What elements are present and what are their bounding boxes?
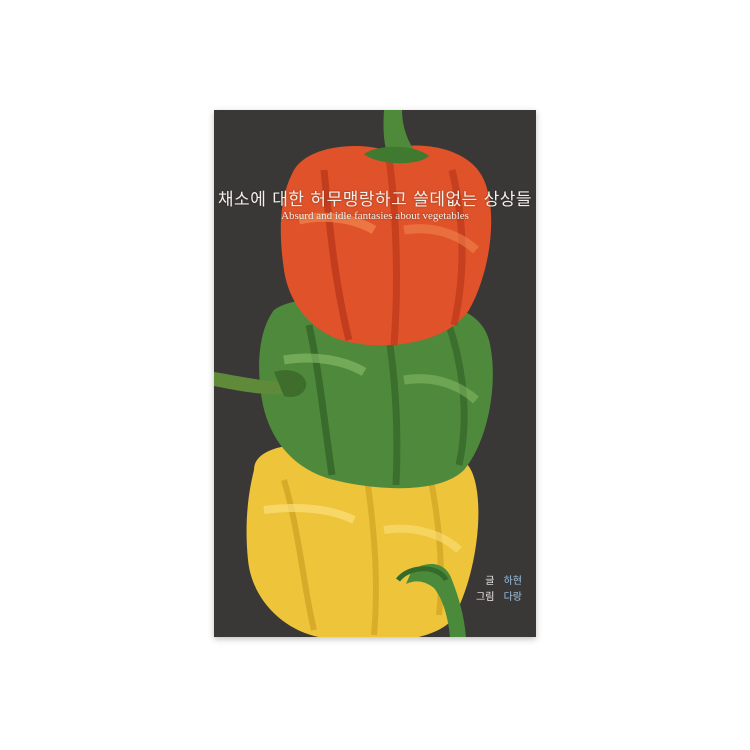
credit-role: 그림: [476, 592, 495, 603]
red-pepper: [280, 110, 492, 346]
book-title-english: Absurd and idle fantasies about vegetabl…: [281, 210, 469, 222]
book-title-korean: 채소에 대한 허무맹랑하고 쓸데없는 상상들: [217, 190, 533, 210]
book-cover: 채소에 대한 허무맹랑하고 쓸데없는 상상들 Absurd and idle f…: [214, 110, 536, 637]
credit-name: 하현: [503, 576, 522, 587]
product-image: 채소에 대한 허무맹랑하고 쓸데없는 상상들 Absurd and idle f…: [0, 0, 750, 750]
credit-writer: 글 하현: [470, 574, 522, 590]
credits: 글 하현 그림 다랑: [470, 574, 522, 606]
credit-role: 글: [485, 576, 495, 587]
credit-illustrator: 그림 다랑: [470, 590, 522, 606]
credit-name: 다랑: [503, 592, 522, 603]
